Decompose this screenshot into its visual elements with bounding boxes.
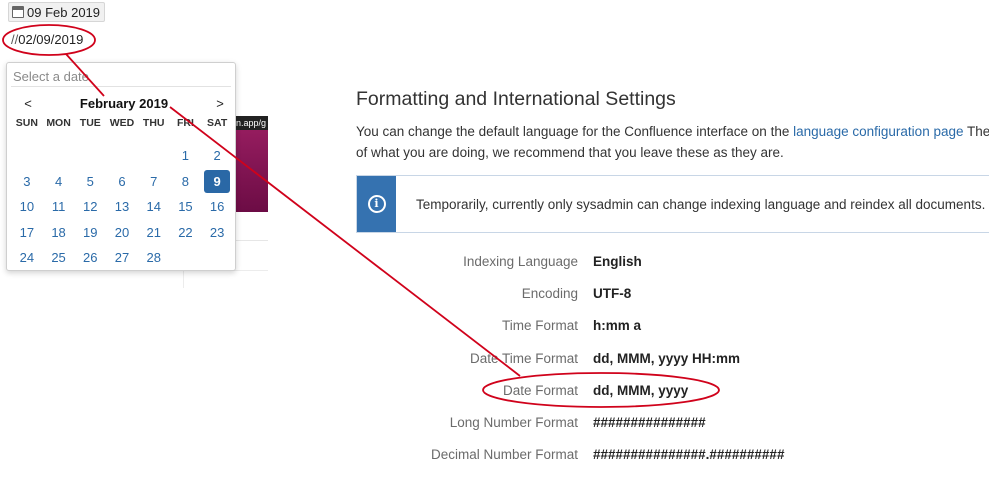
empty-day-cell <box>43 143 75 169</box>
day-cell[interactable]: 12 <box>77 195 103 219</box>
day-cell[interactable]: 13 <box>109 195 135 219</box>
day-cell[interactable]: 14 <box>141 195 167 219</box>
settings-row: Date Format dd, MMM, yyyy <box>356 381 989 413</box>
settings-row: Time Format h:mm a <box>356 316 989 348</box>
weekday-label: THU <box>142 117 165 129</box>
settings-row-value: ###############.########## <box>593 447 785 463</box>
day-cell[interactable]: 6 <box>109 170 135 194</box>
day-cell[interactable]: 21 <box>141 221 167 245</box>
weekday-label: SUN <box>15 117 38 129</box>
day-cell[interactable]: 23 <box>204 221 230 245</box>
page-title: Formatting and International Settings <box>356 88 676 110</box>
datepicker-popup: < February 2019 > SUNMONTUEWEDTHUFRISAT … <box>6 62 236 271</box>
settings-row-value: English <box>593 254 642 269</box>
settings-list: Indexing Language English Encoding UTF-8 Tim… <box>356 252 989 477</box>
settings-row-value: dd, MMM, yyyy <box>593 382 689 398</box>
empty-day-cell <box>138 143 170 169</box>
day-grid: 1 2 3 4 5 6 7 8 9 10 11 12 13 14 15 16 17 18 19 20 21 22 23 24 2… <box>11 143 233 271</box>
day-cell[interactable]: 10 <box>14 195 40 219</box>
settings-row-value: h:mm a <box>593 318 642 334</box>
intro-text-part1: You can change the default language for … <box>356 124 794 139</box>
settings-row-label: Time Format <box>501 318 578 334</box>
settings-row-label: Date Format <box>502 382 578 398</box>
settings-row-value: UTF-8 <box>593 286 632 302</box>
empty-day-cell <box>11 143 43 169</box>
day-cell[interactable]: 26 <box>77 246 103 270</box>
day-cell[interactable]: 8 <box>173 170 199 194</box>
settings-row-value: ############### <box>593 414 706 430</box>
weekday-label: TUE <box>79 117 101 129</box>
weekday-header-row: SUN MON TUE WED THU FRI SAT <box>11 117 233 129</box>
day-cell[interactable]: 20 <box>109 221 135 245</box>
day-cell[interactable]: 15 <box>173 195 199 219</box>
settings-row-label: Indexing Language <box>463 254 578 269</box>
calendar-icon <box>12 6 24 18</box>
day-cell[interactable]: 3 <box>14 170 40 194</box>
info-icon: i <box>367 195 386 213</box>
date-search-input[interactable] <box>11 67 231 87</box>
weekday-label: WED <box>109 117 135 129</box>
selected-day-cell[interactable]: 9 <box>204 169 230 193</box>
intro-text-line2: of what you are doing, we recommend that… <box>356 145 784 160</box>
day-cell[interactable]: 2 <box>204 144 230 168</box>
day-cell[interactable]: 19 <box>77 221 103 245</box>
date-text-field[interactable]: // 02/09/2019 <box>11 32 83 47</box>
intro-text-part2: These <box>967 124 989 139</box>
settings-row: Encoding UTF-8 <box>356 284 989 316</box>
weekday-label: MON <box>46 117 71 129</box>
day-cell[interactable]: 5 <box>77 170 103 194</box>
day-cell[interactable]: 4 <box>46 170 72 194</box>
empty-day-cell <box>106 143 138 169</box>
settings-row: Long Number Format ############### <box>356 413 989 445</box>
current-month-label: February 2019 <box>79 95 169 111</box>
datepicker-header: < February 2019 > <box>7 93 237 113</box>
settings-row-label: Decimal Number Format <box>430 447 578 463</box>
date-chip[interactable]: 09 Feb 2019 <box>8 2 106 22</box>
settings-row-label: Date Time Format <box>469 350 578 366</box>
day-cell[interactable]: 28 <box>141 246 167 270</box>
background-divider <box>183 270 184 288</box>
intro-text: You can change the default language for … <box>356 121 989 163</box>
settings-row-value: dd, MMM, yyyy HH:mm <box>593 350 741 366</box>
settings-row-label: Long Number Format <box>449 414 578 430</box>
info-message-bar: i <box>357 176 396 232</box>
empty-day-cell <box>74 143 106 169</box>
next-month-button[interactable]: > <box>213 96 227 111</box>
language-configuration-link[interactable]: language configuration page <box>793 124 963 139</box>
background-banner <box>236 116 268 212</box>
day-cell[interactable]: 25 <box>46 246 72 270</box>
settings-row: Indexing Language English <box>356 252 989 284</box>
prev-month-button[interactable]: < <box>21 96 35 111</box>
info-message-text: Temporarily, currently only sysadmin can… <box>416 197 989 212</box>
weekday-label: FRI <box>176 117 194 129</box>
day-cell[interactable]: 7 <box>141 170 167 194</box>
settings-row: Decimal Number Format ###############.###… <box>356 445 989 477</box>
date-chip-text: 09 Feb 2019 <box>27 4 101 20</box>
day-cell[interactable]: 27 <box>109 246 135 270</box>
info-message-box: i Temporarily, currently only sysadmin c… <box>356 175 989 233</box>
day-cell[interactable]: 18 <box>46 221 72 245</box>
day-cell[interactable]: 1 <box>173 144 199 168</box>
day-cell[interactable]: 11 <box>46 195 72 219</box>
day-cell[interactable]: 22 <box>173 221 199 245</box>
background-url-bar: n.app/g <box>236 116 268 130</box>
settings-row-label: Encoding <box>521 286 578 302</box>
day-cell[interactable]: 16 <box>204 195 230 219</box>
day-cell[interactable]: 17 <box>14 221 40 245</box>
settings-row: Date Time Format dd, MMM, yyyy HH:mm <box>356 349 989 381</box>
date-text-prefix: // <box>11 32 19 47</box>
weekday-label: SAT <box>207 117 228 129</box>
date-text-value: 02/09/2019 <box>18 32 84 47</box>
day-cell[interactable]: 24 <box>14 246 40 270</box>
